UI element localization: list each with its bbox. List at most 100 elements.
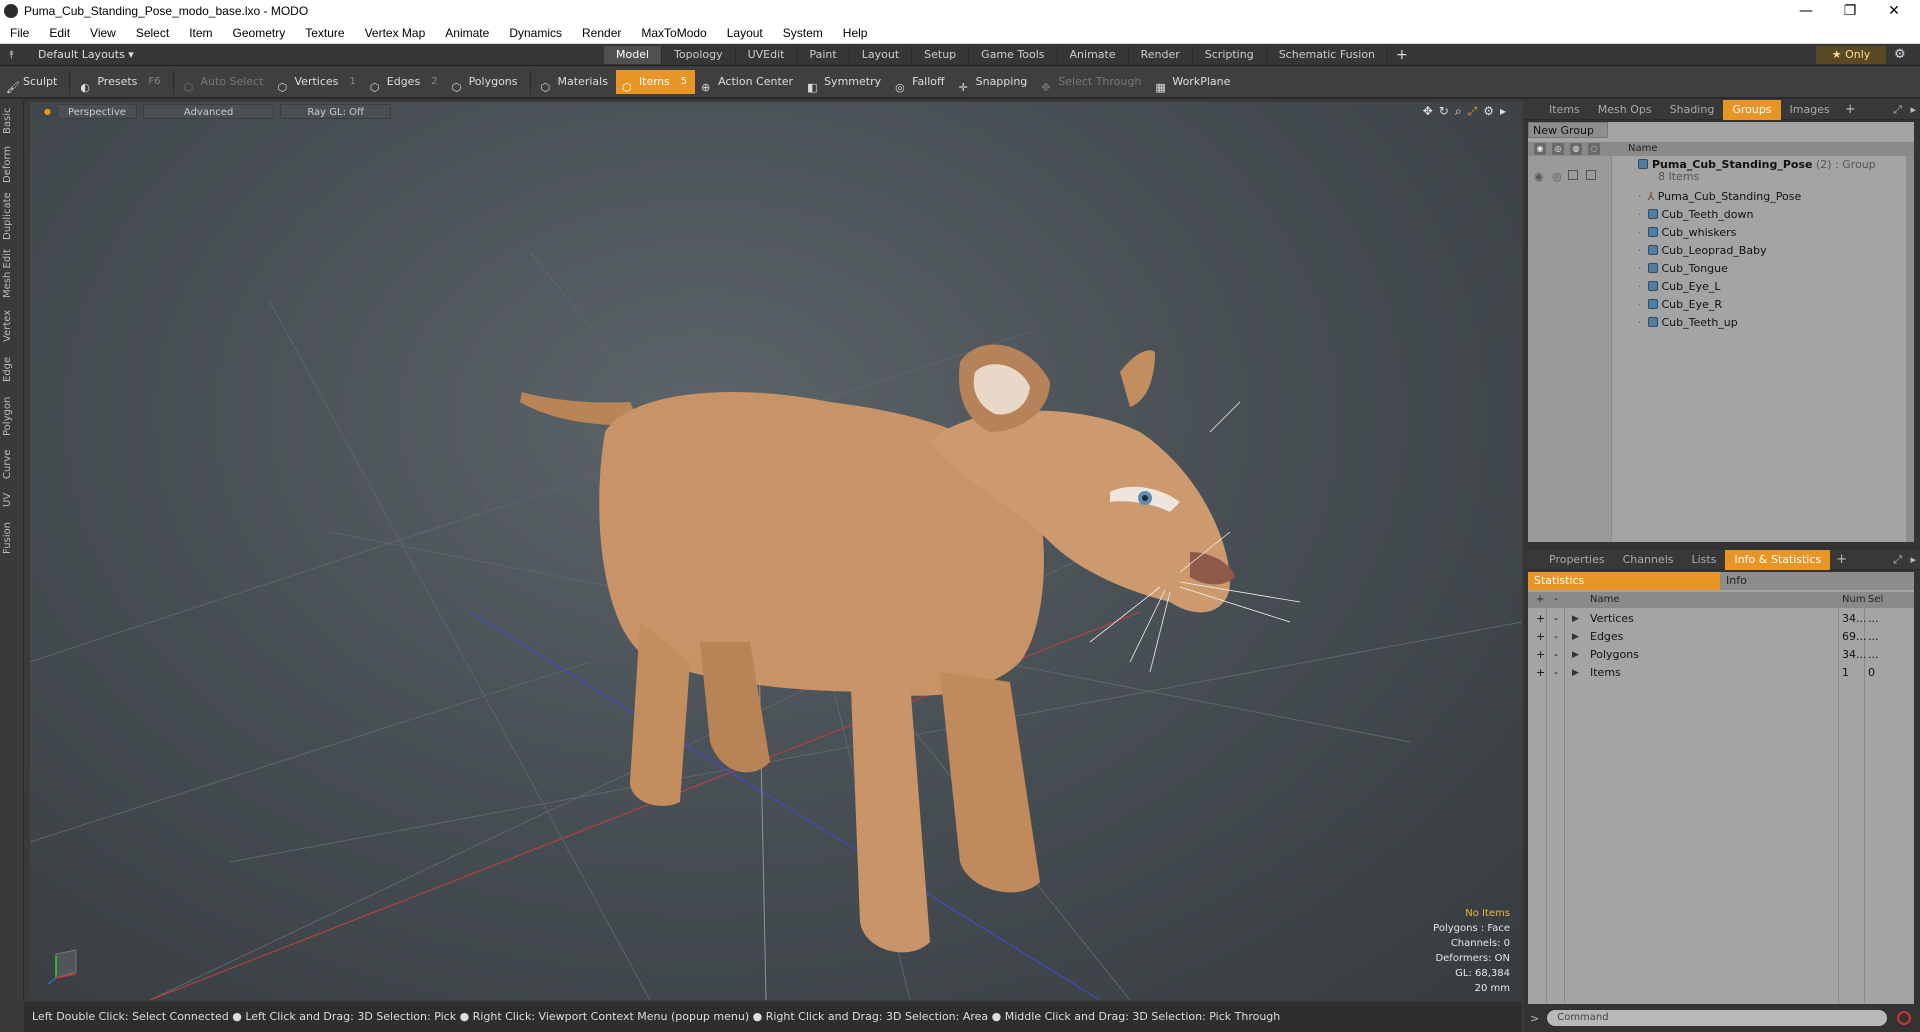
falloff-button[interactable]: ◎ Falloff: [889, 70, 952, 94]
expand-arrow-icon[interactable]: ▶: [1572, 664, 1579, 682]
table-row[interactable]: + - ▶ Vertices 34......: [1528, 610, 1914, 628]
tab-layout[interactable]: Layout: [850, 46, 913, 64]
maximize-icon[interactable]: ❐: [1828, 0, 1872, 22]
tab-setup[interactable]: Setup: [912, 46, 970, 64]
menu-texture[interactable]: Texture: [295, 26, 354, 40]
table-row[interactable]: + - ▶ Polygons 34......: [1528, 646, 1914, 664]
list-item[interactable]: · Cub_Teeth_up: [1638, 314, 1738, 331]
items-button[interactable]: ⬡ Items 5: [615, 70, 696, 94]
left-tab-fusion[interactable]: Fusion: [2, 518, 22, 558]
table-row[interactable]: + - ▶ Items 1 0: [1528, 664, 1914, 682]
table-row[interactable]: + - ▶ Edges 69......: [1528, 628, 1914, 646]
gear-icon[interactable]: ⚙: [1894, 47, 1906, 62]
left-tab-mesh-edit[interactable]: Mesh Edit: [2, 248, 22, 300]
left-tab-curve[interactable]: Curve: [2, 446, 22, 482]
snapping-button[interactable]: ✛ Snapping: [953, 70, 1036, 94]
close-icon[interactable]: ✕: [1872, 0, 1916, 22]
minimize-icon[interactable]: —: [1784, 0, 1828, 22]
menu-animate[interactable]: Animate: [435, 26, 499, 40]
raygl-dropdown[interactable]: Ray GL: Off: [280, 103, 391, 119]
render-header-icon[interactable]: ◎: [1552, 143, 1564, 155]
orientation-cube-icon[interactable]: [44, 946, 84, 986]
expand-panel-icon[interactable]: ⤢: [1893, 103, 1902, 117]
expand-arrow-icon[interactable]: ▶: [1572, 610, 1579, 628]
rotate-icon[interactable]: ↻: [1439, 104, 1449, 119]
menu-system[interactable]: System: [773, 26, 833, 40]
left-tab-vertex[interactable]: Vertex: [2, 306, 22, 346]
tab-topology[interactable]: Topology: [662, 46, 736, 64]
collapse-all-icon[interactable]: -: [1554, 594, 1558, 605]
menu-geometry[interactable]: Geometry: [223, 26, 296, 40]
list-item[interactable]: · Cub_Eye_R: [1638, 296, 1722, 313]
list-item[interactable]: · Cub_Eye_L: [1638, 278, 1721, 295]
tab-shading[interactable]: Shading: [1661, 100, 1724, 120]
left-tab-basic[interactable]: Basic: [2, 104, 22, 138]
visibility-header-icon[interactable]: ◉: [1534, 143, 1546, 155]
select-through-button[interactable]: ✥ Select Through: [1035, 70, 1149, 94]
tab-scripting[interactable]: Scripting: [1193, 46, 1267, 64]
left-tab-uv[interactable]: UV: [2, 488, 22, 512]
left-tab-deform[interactable]: Deform: [2, 144, 22, 184]
tab-items[interactable]: Items: [1540, 100, 1589, 120]
tab-animate[interactable]: Animate: [1058, 46, 1129, 64]
subtab-info[interactable]: Info: [1720, 572, 1747, 590]
add-panel-tab-button[interactable]: +: [1839, 102, 1862, 117]
command-input[interactable]: Command: [1547, 1010, 1888, 1026]
action-center-button[interactable]: ⊕ Action Center: [695, 70, 801, 94]
add-tab-button[interactable]: +: [1388, 46, 1416, 64]
layout-preset-dropdown[interactable]: Default Layouts ▾: [38, 48, 134, 61]
workplane-button[interactable]: ▦ WorkPlane: [1149, 70, 1238, 94]
expand-arrow-icon[interactable]: ▶: [1572, 646, 1579, 664]
materials-button[interactable]: ⬡ Materials: [535, 70, 616, 94]
list-item[interactable]: · Cub_Tongue: [1638, 260, 1728, 277]
tab-uvedit[interactable]: UVEdit: [736, 46, 798, 64]
tab-mesh-ops[interactable]: Mesh Ops: [1589, 100, 1661, 120]
list-item[interactable]: · ⅄ Puma_Cub_Standing_Pose: [1638, 188, 1801, 205]
vertices-button[interactable]: ⬡ Vertices 1: [272, 70, 364, 94]
group-render-icon[interactable]: ◎: [1552, 170, 1562, 183]
zoom-icon[interactable]: ⌕: [1455, 104, 1462, 119]
tab-channels[interactable]: Channels: [1614, 550, 1683, 570]
menu-dynamics[interactable]: Dynamics: [499, 26, 572, 40]
lock-header-icon[interactable]: ◍: [1570, 143, 1582, 155]
menu-render[interactable]: Render: [572, 26, 631, 40]
tab-model[interactable]: Model: [604, 46, 663, 64]
lower-panel-arrow-icon[interactable]: ▸: [1910, 553, 1916, 566]
tab-schematic-fusion[interactable]: Schematic Fusion: [1267, 46, 1389, 64]
presets-button[interactable]: ◐ Presets F6: [74, 70, 168, 94]
tab-game-tools[interactable]: Game Tools: [969, 46, 1058, 64]
menu-view[interactable]: View: [80, 26, 126, 40]
shading-dropdown[interactable]: Advanced: [142, 103, 275, 119]
tab-render[interactable]: Render: [1129, 46, 1193, 64]
panel-arrow-icon[interactable]: ▸: [1910, 103, 1916, 116]
fit-icon[interactable]: ⤢: [1468, 104, 1478, 119]
groups-scrollbar[interactable]: [1906, 156, 1914, 542]
menu-select[interactable]: Select: [126, 26, 179, 40]
group-select-checkbox[interactable]: [1586, 170, 1596, 180]
add-lower-tab-button[interactable]: +: [1830, 552, 1853, 567]
expand-all-icon[interactable]: +: [1536, 594, 1544, 605]
menu-vertex-map[interactable]: Vertex Map: [355, 26, 436, 40]
left-tab-polygon[interactable]: Polygon: [2, 392, 22, 440]
auto-select-button[interactable]: ⬡ Auto Select: [178, 70, 272, 94]
3d-viewport[interactable]: ● Perspective Advanced Ray GL: Off ✥ ↻ ⌕…: [30, 102, 1522, 1000]
new-group-button[interactable]: New Group: [1528, 122, 1608, 138]
list-item[interactable]: · Cub_Leoprad_Baby: [1638, 242, 1767, 259]
record-macro-icon[interactable]: [1897, 1011, 1912, 1025]
menu-edit[interactable]: Edit: [39, 26, 80, 40]
tab-paint[interactable]: Paint: [798, 46, 850, 64]
expand-lower-panel-icon[interactable]: ⤢: [1893, 553, 1902, 567]
edges-button[interactable]: ⬡ Edges 2: [364, 70, 446, 94]
menu-help[interactable]: Help: [833, 26, 878, 40]
expand-arrow-icon[interactable]: ▶: [1572, 628, 1579, 646]
left-tab-edge[interactable]: Edge: [2, 352, 22, 386]
tab-groups[interactable]: Groups: [1723, 99, 1781, 120]
subtab-statistics[interactable]: Statistics: [1528, 572, 1720, 590]
viewport-settings-icon[interactable]: ⚙: [1483, 104, 1494, 119]
perspective-dropdown[interactable]: Perspective: [56, 103, 137, 119]
only-button[interactable]: ★ Only: [1816, 46, 1886, 64]
tab-lists[interactable]: Lists: [1683, 550, 1726, 570]
list-item[interactable]: · Cub_whiskers: [1638, 224, 1736, 241]
viewport-expand-arrow-icon[interactable]: ▸: [1500, 104, 1506, 119]
menu-file[interactable]: File: [0, 26, 39, 40]
